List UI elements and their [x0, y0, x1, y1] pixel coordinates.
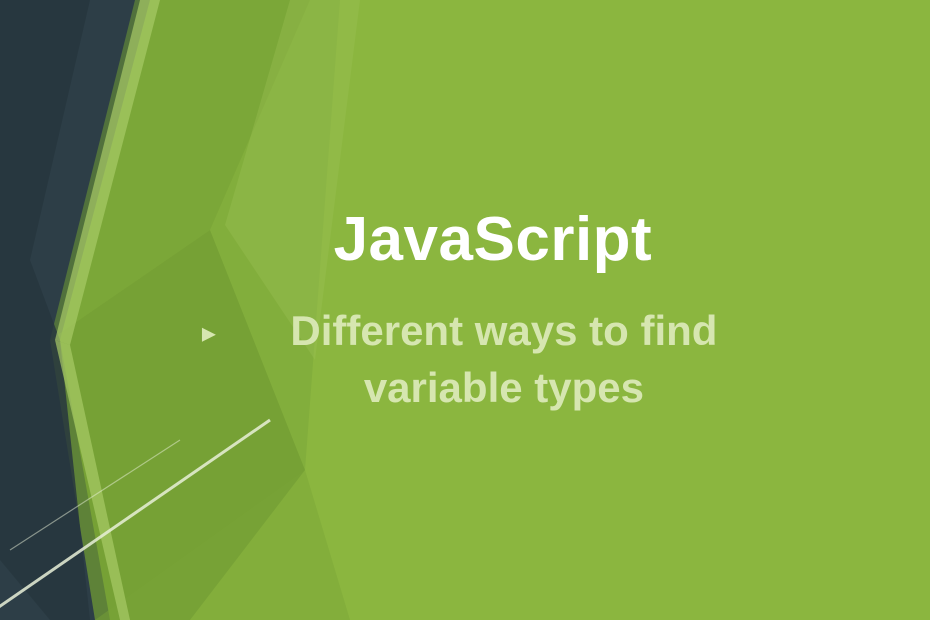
bullet-icon: ▸	[202, 313, 216, 352]
slide-content: JavaScript ▸ Different ways to find vari…	[173, 204, 813, 416]
subtitle-row: ▸ Different ways to find variable types	[173, 303, 813, 416]
slide-subtitle: Different ways to find variable types	[224, 303, 784, 416]
slide-title: JavaScript	[173, 204, 813, 275]
presentation-slide: JavaScript ▸ Different ways to find vari…	[0, 0, 930, 620]
